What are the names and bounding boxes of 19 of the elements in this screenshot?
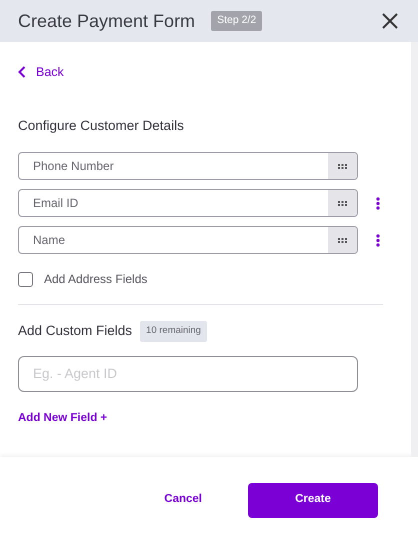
step-tag: Step 2/2 <box>211 11 262 31</box>
back-link[interactable]: Back <box>18 62 64 82</box>
section-title: Configure Customer Details <box>18 117 185 135</box>
checkbox-label: Add Address Fields <box>44 271 148 288</box>
remaining-count: 10 remaining <box>140 321 207 342</box>
cancel-button[interactable]: Cancel <box>158 490 208 510</box>
checkbox[interactable] <box>18 272 33 287</box>
drag-handle-icon[interactable] <box>328 227 357 254</box>
close-icon[interactable] <box>380 11 400 31</box>
field[interactable]: Phone Number <box>18 152 358 180</box>
section-title: Add Custom Fields <box>18 322 132 340</box>
drag-handle-icon[interactable] <box>328 153 357 180</box>
chevron-left-icon <box>18 66 26 78</box>
field[interactable]: Email ID <box>18 189 358 218</box>
drag-handle-icon[interactable] <box>328 190 357 216</box>
create-button[interactable]: Create <box>248 482 378 518</box>
dialog-title: Create Payment Form <box>18 10 196 33</box>
add-field-link[interactable]: Add New Field + <box>18 410 108 427</box>
field[interactable]: Name <box>18 226 358 254</box>
